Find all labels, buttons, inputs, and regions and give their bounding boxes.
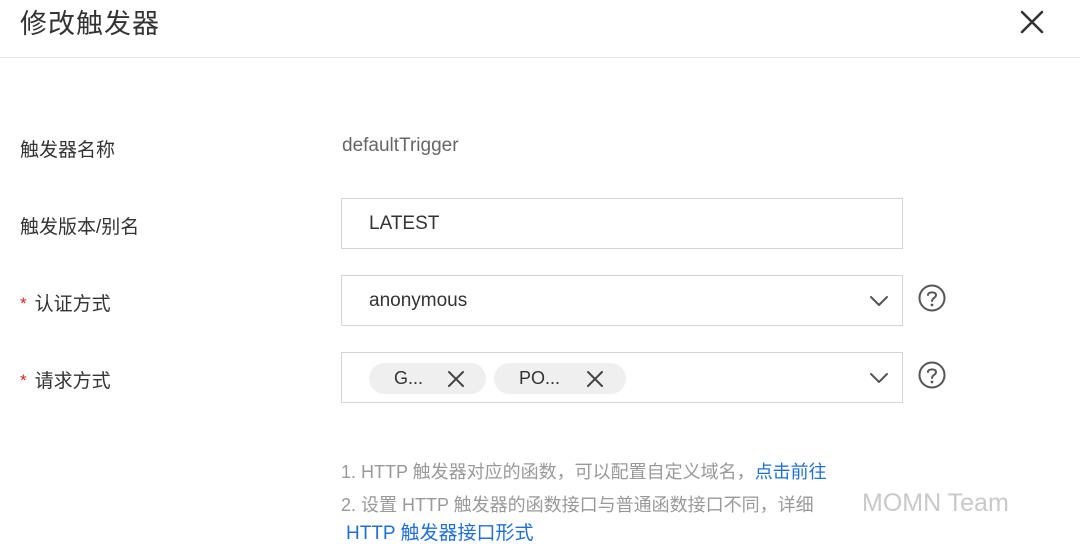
dialog-header: 修改触发器: [0, 0, 1080, 58]
chevron-down-icon[interactable]: [868, 290, 890, 312]
required-mark: *: [20, 371, 27, 390]
trigger-name-label: 触发器名称: [20, 140, 116, 161]
method-tag-label: G...: [394, 368, 424, 388]
custom-domain-link[interactable]: 点击前往: [755, 462, 827, 482]
request-method-label-text: 请求方式: [34, 371, 111, 392]
note-line-1-text: 1. HTTP 触发器对应的函数，可以配置自定义域名，: [341, 462, 755, 482]
auth-method-value: anonymous: [369, 290, 468, 311]
method-tag: PO...: [494, 363, 626, 394]
auth-method-help-icon[interactable]: [917, 283, 947, 313]
request-method-label: * 请求方式: [20, 366, 111, 393]
method-tag: G...: [369, 363, 486, 394]
version-alias-value: LATEST: [369, 213, 440, 234]
remove-tag-icon[interactable]: [447, 370, 465, 388]
auth-method-label-text: 认证方式: [34, 294, 111, 315]
edit-trigger-dialog: 修改触发器 触发器名称 defaultTrigger 触发版本/别名 LATES…: [0, 0, 1080, 548]
trigger-name-value: defaultTrigger: [342, 135, 459, 156]
method-tag-label: PO...: [519, 368, 561, 388]
request-method-multiselect[interactable]: G... PO...: [341, 352, 903, 403]
chevron-down-icon[interactable]: [868, 367, 890, 389]
close-icon[interactable]: [1016, 6, 1048, 38]
dialog-title: 修改触发器: [20, 9, 160, 39]
watermark: MOMN Team: [862, 489, 1009, 517]
version-alias-label: 触发版本/别名: [20, 217, 140, 238]
note-line-1: 1. HTTP 触发器对应的函数，可以配置自定义域名，点击前往: [341, 456, 827, 489]
remove-tag-icon[interactable]: [586, 370, 604, 388]
version-alias-input[interactable]: LATEST: [341, 198, 903, 249]
auth-method-select[interactable]: anonymous: [341, 275, 903, 326]
required-mark: *: [20, 294, 27, 313]
http-trigger-interface-link[interactable]: HTTP 触发器接口形式: [346, 518, 534, 545]
request-method-help-icon[interactable]: [917, 360, 947, 390]
help-notes: 1. HTTP 触发器对应的函数，可以配置自定义域名，点击前往 2. 设置 HT…: [341, 456, 827, 522]
auth-method-label: * 认证方式: [20, 289, 111, 316]
